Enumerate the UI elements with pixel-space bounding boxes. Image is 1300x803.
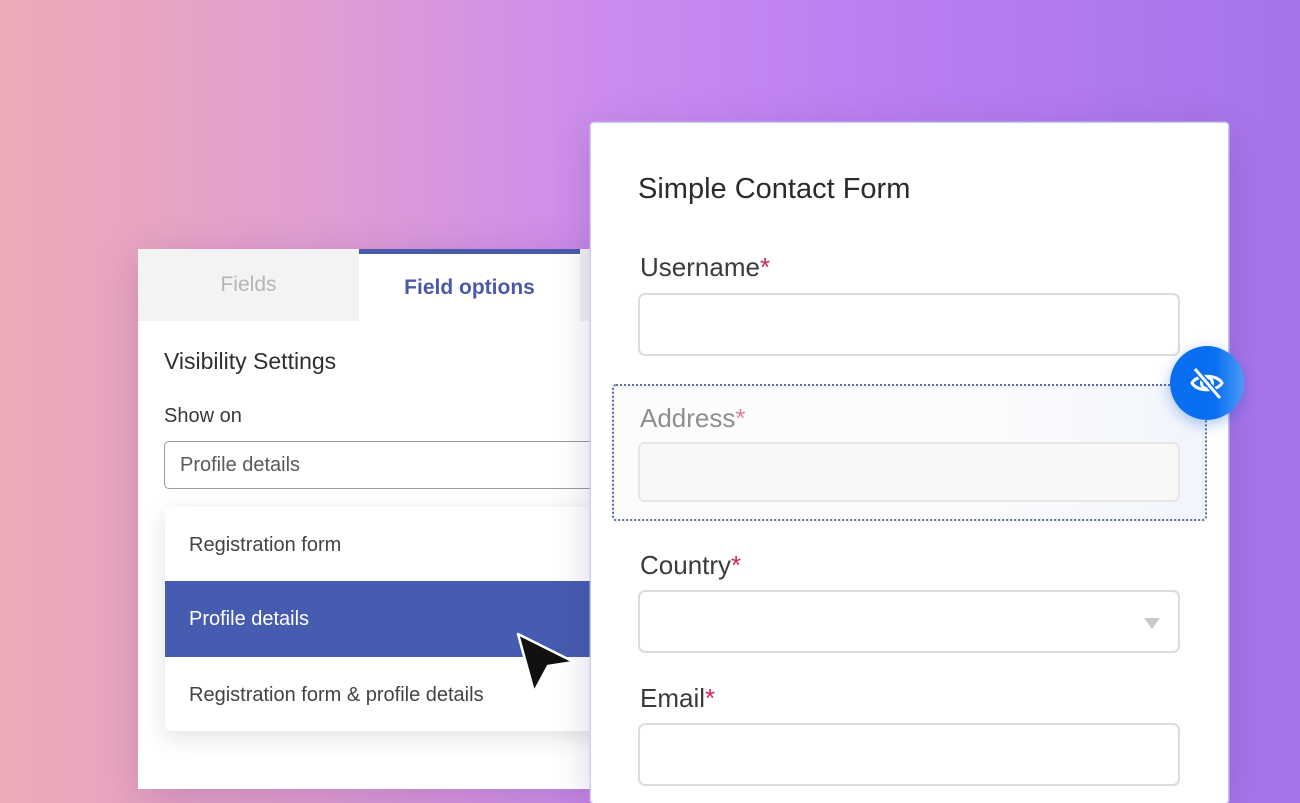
show-on-dropdown: Registration form Profile details Regist… [165, 507, 605, 731]
address-label-text: Address [640, 403, 736, 433]
email-label: Email* [640, 683, 715, 714]
required-marker: * [735, 403, 746, 433]
username-input[interactable] [638, 293, 1180, 356]
username-label-text: Username [640, 252, 760, 282]
eye-off-icon [1190, 367, 1224, 400]
required-marker: * [731, 550, 742, 580]
visibility-settings-heading: Visibility Settings [164, 348, 337, 374]
form-title: Simple Contact Form [638, 173, 911, 205]
country-label: Country* [640, 550, 741, 581]
tab-field-options[interactable]: Field options [359, 249, 580, 321]
show-on-label: Show on [164, 405, 242, 427]
country-label-text: Country [640, 550, 732, 580]
show-on-select[interactable]: Profile details [164, 441, 604, 489]
required-marker: * [705, 683, 716, 713]
address-input[interactable] [638, 442, 1180, 502]
address-label: Address* [640, 403, 746, 434]
show-on-select-value: Profile details [180, 453, 301, 476]
tab-fields[interactable]: Fields [138, 249, 359, 321]
chevron-down-icon [1144, 618, 1160, 629]
settings-tabs: Fields Field options [138, 249, 598, 321]
visibility-toggle-button[interactable] [1170, 346, 1244, 420]
required-marker: * [759, 252, 771, 282]
email-label-text: Email [640, 683, 706, 713]
field-settings-panel: Fields Field options Visibility Settings… [138, 249, 605, 789]
country-select[interactable] [638, 590, 1180, 653]
username-label: Username* [640, 252, 770, 283]
email-input[interactable] [638, 723, 1180, 786]
dropdown-option-registration-form[interactable]: Registration form [165, 507, 605, 583]
mouse-cursor-icon [516, 632, 576, 694]
contact-form-preview: Simple Contact Form Username* Address* C… [591, 123, 1228, 803]
